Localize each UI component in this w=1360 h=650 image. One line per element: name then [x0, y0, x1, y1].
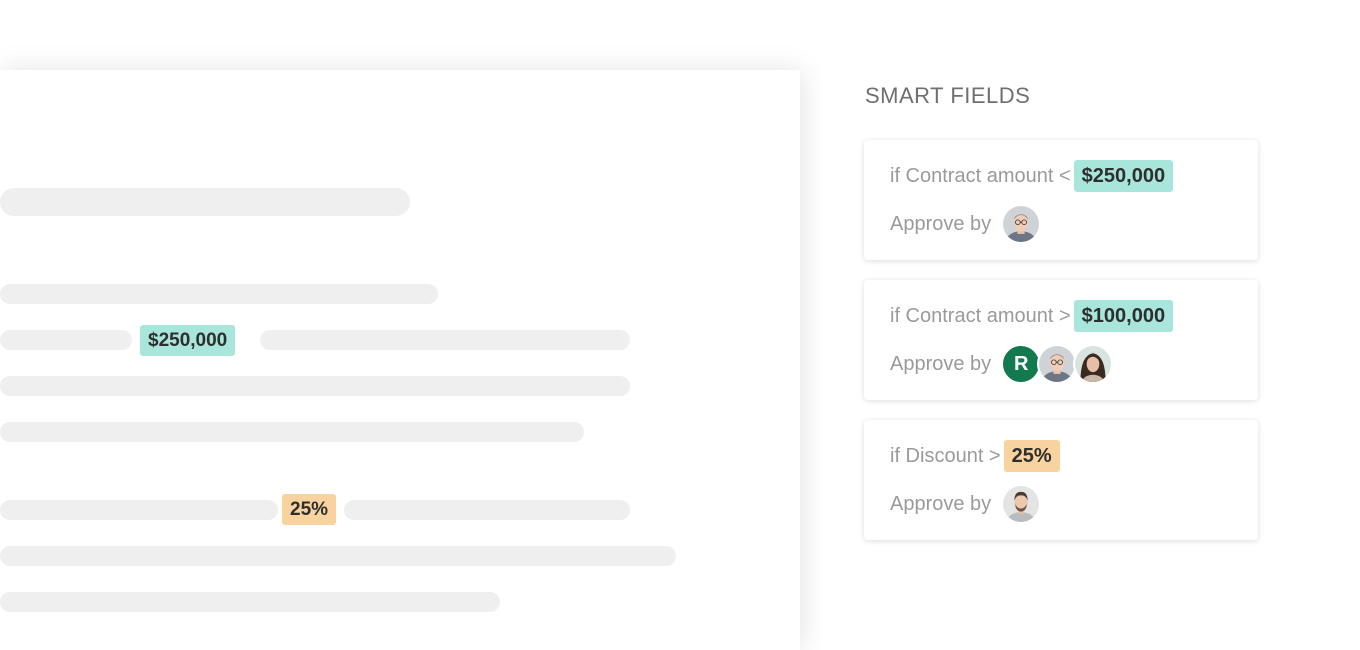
condition-value-chip[interactable]: $100,000 — [1073, 300, 1174, 332]
approver-avatars — [1001, 204, 1042, 244]
approver-avatar-initial[interactable]: R — [1001, 344, 1042, 384]
approve-by-label: Approve by — [890, 492, 992, 515]
text-placeholder-line — [0, 188, 410, 216]
approver-avatars — [1001, 484, 1042, 524]
smart-fields-panel: SMART FIELDS if Contract amount < $250,0… — [864, 0, 1264, 638]
condition-text: if Discount > — [890, 444, 1001, 467]
condition-value-chip[interactable]: $250,000 — [1073, 160, 1174, 192]
rule-approvers: Approve by R — [890, 342, 1114, 386]
text-placeholder-line — [0, 376, 630, 396]
smart-field-rule-card[interactable]: if Contract amount > $100,000 Approve by… — [864, 280, 1258, 400]
panel-title: SMART FIELDS — [865, 83, 1031, 108]
rule-approvers: Approve by — [890, 482, 1042, 526]
condition-text: if Contract amount > — [890, 304, 1071, 327]
text-placeholder-line — [0, 500, 278, 520]
approver-avatar-woman[interactable] — [1073, 344, 1114, 384]
text-placeholder-line — [260, 330, 630, 350]
amount-smart-field-tag[interactable]: $250,000 — [140, 325, 236, 356]
approver-avatar-man-glasses[interactable] — [1001, 204, 1042, 244]
approve-by-label: Approve by — [890, 212, 992, 235]
text-placeholder-line — [0, 330, 132, 350]
document-preview: $250,000 25% — [0, 70, 800, 650]
discount-smart-field-tag[interactable]: 25% — [282, 494, 337, 525]
rule-condition: if Contract amount < $250,000 — [890, 160, 1174, 192]
text-placeholder-line — [344, 500, 630, 520]
smart-field-rule-card[interactable]: if Contract amount < $250,000 Approve by — [864, 140, 1258, 260]
approve-by-label: Approve by — [890, 352, 992, 375]
rule-approvers: Approve by — [890, 202, 1042, 246]
rule-condition: if Discount > 25% — [890, 440, 1060, 472]
text-placeholder-line — [0, 592, 500, 612]
approver-avatars: R — [1001, 344, 1114, 384]
condition-value-chip[interactable]: 25% — [1003, 440, 1060, 472]
text-placeholder-line — [0, 546, 676, 566]
condition-text: if Contract amount < — [890, 164, 1071, 187]
rule-condition: if Contract amount > $100,000 — [890, 300, 1174, 332]
smart-field-rule-card[interactable]: if Discount > 25% Approve by — [864, 420, 1258, 540]
text-placeholder-line — [0, 284, 438, 304]
text-placeholder-line — [0, 422, 584, 442]
approver-avatar-man-glasses[interactable] — [1037, 344, 1078, 384]
approver-avatar-man-beard[interactable] — [1001, 484, 1042, 524]
